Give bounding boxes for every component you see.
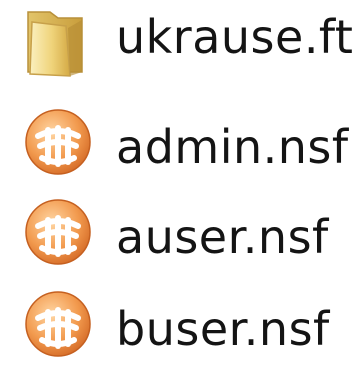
folder-icon	[22, 6, 94, 78]
lotus-notes-database-icon	[22, 106, 94, 178]
file-list: ukrause.ft admin.nsf auser.nsf buser.nsf	[0, 0, 362, 366]
file-name: auser.nsf	[116, 210, 329, 264]
file-name: ukrause.ft	[116, 10, 354, 64]
file-item-auser-nsf[interactable]: auser.nsf	[0, 190, 362, 274]
file-item-buser-nsf[interactable]: buser.nsf	[0, 282, 362, 366]
file-name: admin.nsf	[116, 120, 349, 174]
lotus-notes-database-icon	[22, 288, 94, 360]
lotus-notes-database-icon	[22, 196, 94, 268]
file-item-ukrause-ft[interactable]: ukrause.ft	[0, 0, 362, 84]
file-item-admin-nsf[interactable]: admin.nsf	[0, 100, 362, 184]
file-name: buser.nsf	[116, 302, 330, 356]
